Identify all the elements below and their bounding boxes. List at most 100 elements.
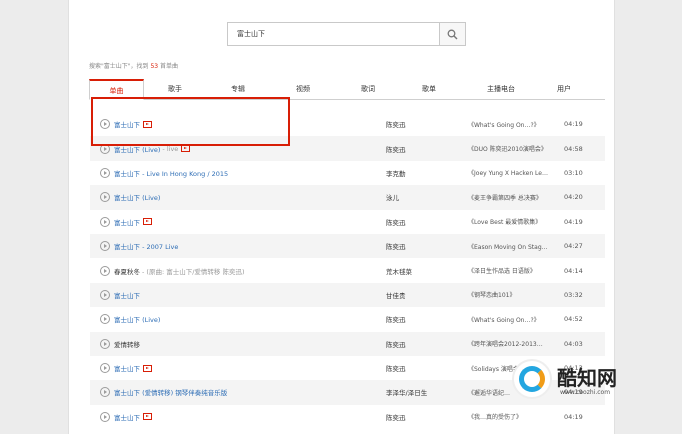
song-duration: 03:32 [564, 290, 583, 299]
song-duration: 04:19 [564, 120, 583, 129]
play-icon[interactable] [100, 289, 110, 300]
song-singer[interactable]: 泳儿 [386, 192, 399, 202]
search-button[interactable] [439, 23, 465, 45]
song-title: 富士山下 (Live) [114, 316, 161, 325]
play-icon[interactable] [100, 411, 110, 422]
song-album[interactable]: 《钢琴恋曲101》 [468, 290, 515, 299]
song-row[interactable]: 富士山下 (Live) 陈奕迅 《What's Going On…?》 04:5… [90, 307, 605, 331]
song-album[interactable]: 《What's Going On…?》 [468, 315, 540, 324]
search-icon [447, 29, 458, 39]
play-icon[interactable] [100, 241, 110, 252]
song-duration: 04:19 [564, 217, 583, 226]
play-icon[interactable] [100, 192, 110, 203]
song-singer[interactable]: 陈奕迅 [386, 363, 406, 373]
song-duration: 04:58 [564, 144, 583, 153]
tab-lyrics[interactable]: 歌词 [336, 79, 400, 99]
result-count: 53 [150, 63, 159, 70]
song-album[interactable]: 《DUO 陈奕迅2010演唱会》 [468, 144, 547, 153]
watermark-title: 酷知网 [557, 366, 617, 390]
song-singer[interactable]: 陈奕迅 [386, 339, 406, 349]
result-summary: 搜索"富士山下"，找到 53 首单曲 [89, 61, 178, 70]
play-icon[interactable] [100, 338, 110, 349]
song-singer[interactable]: 陈奕迅 [386, 144, 406, 154]
song-title: 富士山下 [114, 413, 140, 422]
song-singer[interactable]: 陈奕迅 [386, 412, 406, 422]
song-row[interactable]: 春夏秋冬 - (原曲: 富士山下/爱情转移 陈奕迅) 荒木毬菜 《泽日生作品选 日… [90, 258, 605, 282]
song-album[interactable]: 《Joey Yung X Hacken Le… [468, 168, 548, 177]
song-row[interactable]: 富士山下 陈奕迅 《Love Best 最爱情歌集》 04:19 [90, 210, 605, 234]
song-title: 富士山下 (Live) [114, 194, 161, 203]
song-singer[interactable]: 甘佳贵 [386, 290, 406, 300]
song-title: 富士山下 - Live In Hong Kong / 2015 [114, 169, 229, 178]
song-singer[interactable]: 陈奕迅 [386, 241, 406, 251]
play-icon[interactable] [100, 167, 110, 178]
song-title-link[interactable]: 富士山下 (Live) [114, 192, 160, 202]
song-album[interactable]: 《Love Best 最爱情歌集》 [468, 217, 541, 226]
mv-icon[interactable] [143, 413, 152, 421]
tab-singers[interactable]: 歌手 [144, 79, 206, 99]
song-title-link[interactable]: 富士山下 [114, 363, 152, 373]
song-singer[interactable]: 荒木毬菜 [386, 266, 412, 276]
song-album[interactable]: 《我…真的受伤了》 [468, 412, 522, 421]
song-album[interactable]: 《What's Going On…?》 [468, 120, 540, 129]
song-album[interactable]: 《泽日生作品选 日语版》 [468, 266, 536, 275]
song-album[interactable]: 《麦王争霸第四季 总决赛》 [468, 193, 542, 202]
song-title-link[interactable]: 富士山下 [114, 290, 140, 300]
tab-videos[interactable]: 视频 [270, 79, 336, 99]
song-title-link[interactable]: 春夏秋冬 - (原曲: 富士山下/爱情转移 陈奕迅) [114, 266, 245, 276]
song-album[interactable]: 《Eason Moving On Stag… [468, 242, 548, 251]
search-box [227, 22, 466, 46]
tab-playlists[interactable]: 歌单 [400, 79, 458, 99]
mv-icon[interactable] [181, 145, 191, 153]
song-title: 富士山下 [114, 365, 140, 374]
summary-suffix: 首单曲 [160, 63, 179, 70]
tab-radio[interactable]: 主播电台 [458, 79, 544, 99]
song-title: 春夏秋冬 [114, 267, 140, 276]
song-album[interactable]: 《跨年演唱会2012-2013… [468, 339, 543, 348]
play-icon[interactable] [100, 265, 110, 276]
song-row[interactable]: 富士山下 甘佳贵 《钢琴恋曲101》 03:32 [90, 282, 605, 308]
song-duration: 03:10 [564, 168, 583, 177]
watermark-logo-icon [512, 359, 552, 399]
search-input[interactable] [228, 23, 439, 45]
song-title-link[interactable]: 富士山下 - 2007 Live [114, 241, 178, 251]
song-duration: 04:27 [564, 242, 583, 251]
song-row[interactable]: 爱情转移 陈奕迅 《跨年演唱会2012-2013… 04:03 [90, 331, 605, 356]
play-icon[interactable] [100, 363, 110, 374]
song-row[interactable]: 富士山下 (Live) 泳儿 《麦王争霸第四季 总决赛》 04:20 [90, 185, 605, 210]
mv-icon[interactable] [143, 218, 152, 226]
song-title-link[interactable]: 富士山下 [114, 217, 152, 227]
song-duration: 04:19 [564, 412, 583, 421]
song-singer[interactable]: 陈奕迅 [386, 314, 406, 324]
song-duration: 04:14 [564, 266, 583, 275]
song-row[interactable]: 富士山下 - Live In Hong Kong / 2015 李克勤 《Joe… [90, 161, 605, 185]
tab-users[interactable]: 用户 [544, 79, 584, 99]
play-icon[interactable] [100, 314, 110, 325]
song-singer[interactable]: 陈奕迅 [386, 119, 406, 129]
song-duration: 04:03 [564, 339, 583, 348]
watermark-url: www.coozhi.com [560, 389, 611, 396]
song-title: 富士山下 [114, 218, 140, 227]
tab-albums[interactable]: 专辑 [206, 79, 270, 99]
summary-prefix: 搜索"富士山下"，找到 [89, 63, 149, 70]
mv-icon[interactable] [143, 364, 152, 372]
song-title-link[interactable]: 爱情转移 [114, 339, 140, 349]
song-singer[interactable]: 李泽华/泽日生 [386, 387, 427, 397]
song-duration: 04:52 [564, 315, 583, 324]
song-row[interactable]: 富士山下 陈奕迅 《我…真的受伤了》 04:19 [90, 405, 605, 429]
song-row[interactable]: 富士山下 - 2007 Live 陈奕迅 《Eason Moving On St… [90, 233, 605, 259]
song-extra: - (原曲: 富士山下/爱情转移 陈奕迅) [142, 267, 245, 276]
song-title: 爱情转移 [114, 340, 140, 349]
song-title-link[interactable]: 富士山下 - Live In Hong Kong / 2015 [114, 168, 228, 178]
song-title-link[interactable]: 富士山下 (Live) [114, 314, 160, 324]
song-title: 富士山下 (爱情转移) 钢琴伴奏纯音乐版 [114, 389, 228, 398]
song-title: 富士山下 [114, 291, 140, 300]
song-title-link[interactable]: 富士山下 (爱情转移) 钢琴伴奏纯音乐版 [114, 387, 227, 397]
song-title: 富士山下 - 2007 Live [114, 243, 179, 252]
song-singer[interactable]: 陈奕迅 [386, 217, 406, 227]
play-icon[interactable] [100, 216, 110, 227]
play-icon[interactable] [100, 387, 110, 398]
song-singer[interactable]: 李克勤 [386, 168, 406, 178]
song-title-link[interactable]: 富士山下 [114, 412, 152, 422]
song-album[interactable]: 《邂逅华语纪… [468, 388, 510, 397]
